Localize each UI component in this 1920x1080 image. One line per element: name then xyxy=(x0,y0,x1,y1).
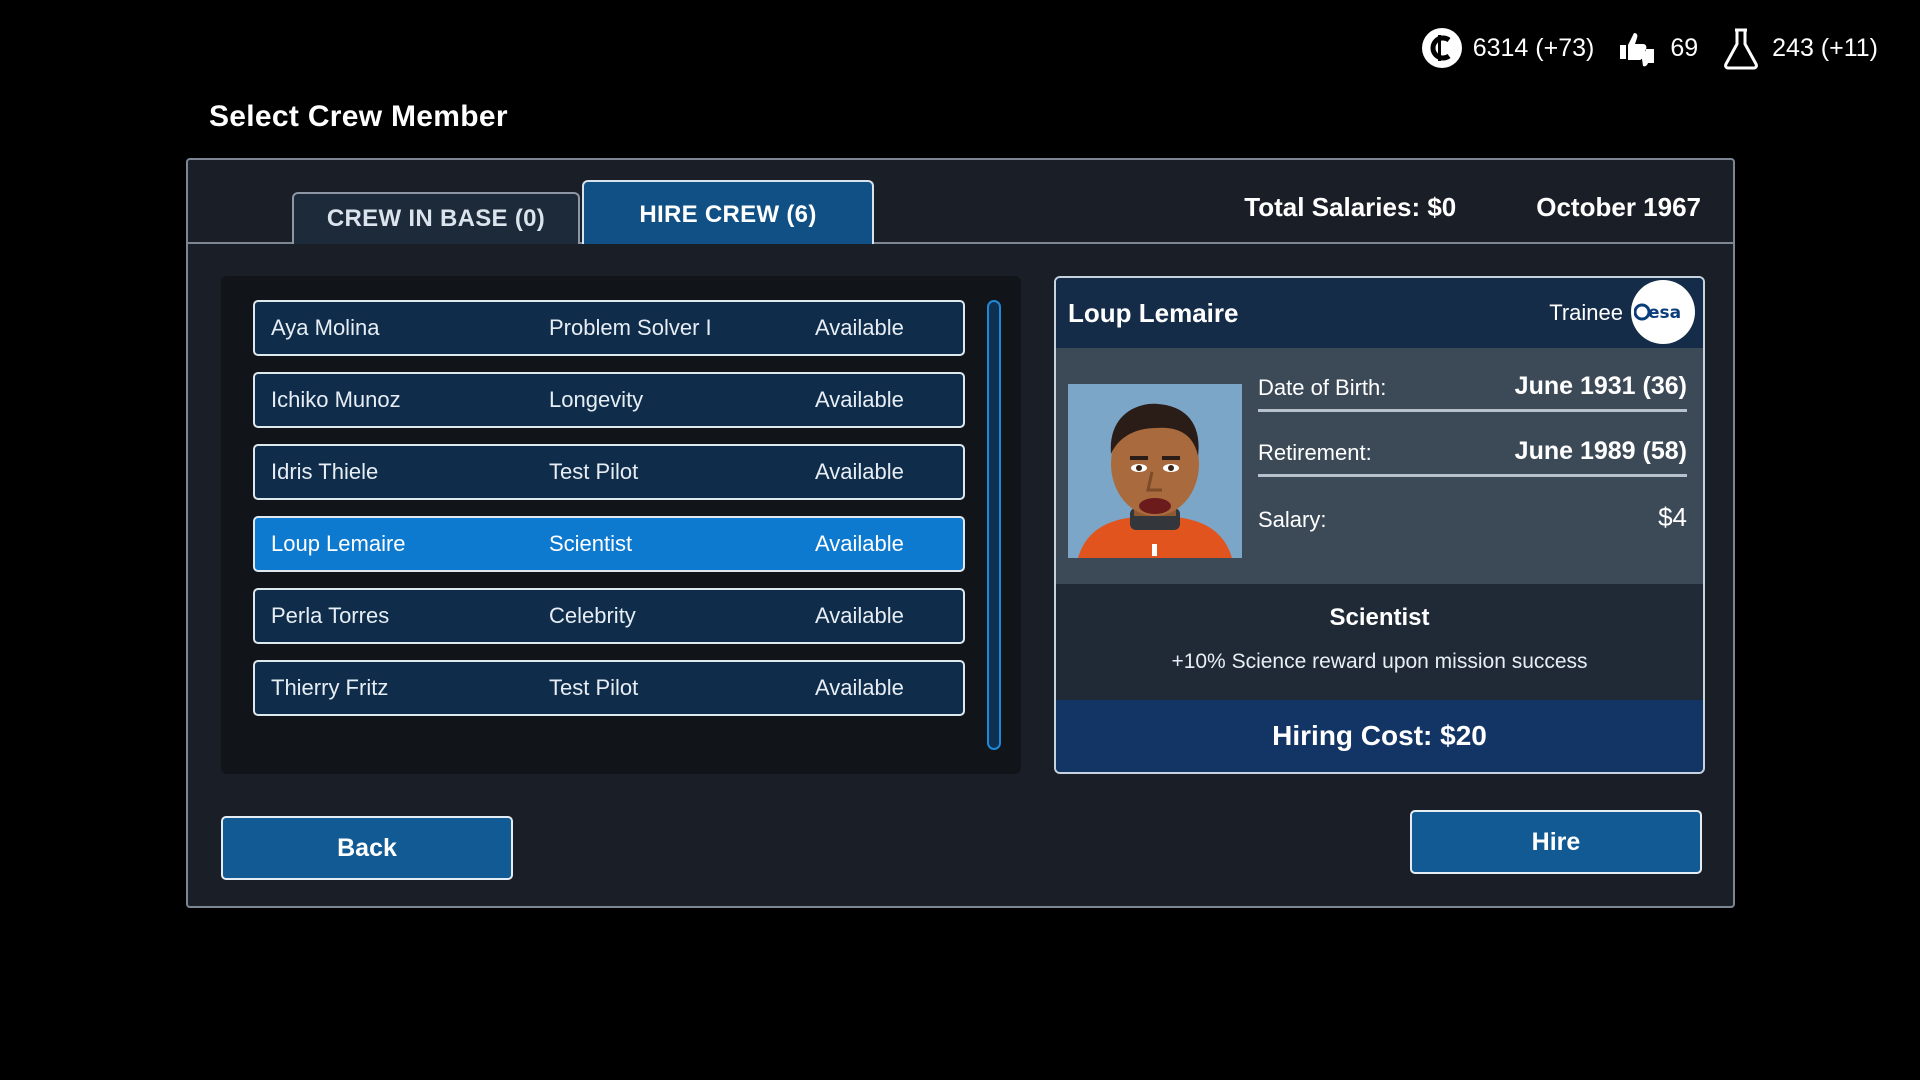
credits-resource: 6314 (+73) xyxy=(1421,27,1595,69)
crew-name: Idris Thiele xyxy=(271,459,379,484)
crew-row-aya-molina[interactable]: Aya Molina Problem Solver I Available xyxy=(253,300,965,356)
hire-button[interactable]: Hire xyxy=(1410,810,1702,874)
dob-row: Date of Birth: June 1931 (36) xyxy=(1258,372,1687,412)
crew-specialty: Problem Solver I xyxy=(549,315,712,340)
reputation-resource: 69 xyxy=(1616,27,1698,69)
science-resource: 243 (+11) xyxy=(1720,26,1878,70)
reputation-icon xyxy=(1616,27,1660,69)
crew-name: Ichiko Munoz xyxy=(271,387,401,412)
salary-value: $4 xyxy=(1658,502,1687,532)
science-icon xyxy=(1720,26,1762,70)
crew-row-perla-torres[interactable]: Perla Torres Celebrity Available xyxy=(253,588,965,644)
specialty-description: +10% Science reward upon mission success xyxy=(1171,650,1588,673)
crew-status: Available xyxy=(815,603,904,628)
retirement-value: June 1989 (58) xyxy=(1514,437,1687,465)
resource-bar: 6314 (+73) 69 243 (+11) xyxy=(1421,26,1878,70)
crew-row-thierry-fritz[interactable]: Thierry Fritz Test Pilot Available xyxy=(253,660,965,716)
crew-specialty: Test Pilot xyxy=(549,675,639,700)
page-title: Select Crew Member xyxy=(209,100,508,133)
crew-name: Perla Torres xyxy=(271,603,390,628)
retirement-label: Retirement: xyxy=(1258,440,1372,465)
agency-logo: esa xyxy=(1631,280,1695,344)
list-scrollbar[interactable] xyxy=(987,300,1001,750)
crew-row-loup-lemaire[interactable]: Loup Lemaire Scientist Available xyxy=(253,516,965,572)
crew-portrait xyxy=(1068,384,1242,558)
crew-list: Aya Molina Problem Solver I Available Ic… xyxy=(221,276,1021,774)
detail-rank: Trainee xyxy=(1549,300,1623,325)
specialty-title: Scientist xyxy=(1329,604,1430,631)
dob-value: June 1931 (36) xyxy=(1514,372,1687,400)
crew-name: Aya Molina xyxy=(271,315,380,340)
reputation-value: 69 xyxy=(1670,33,1699,62)
crew-name: Loup Lemaire xyxy=(271,531,406,556)
back-button[interactable]: Back xyxy=(221,816,513,880)
detail-body: Date of Birth: June 1931 (36) Retirement… xyxy=(1056,348,1703,584)
dob-label: Date of Birth: xyxy=(1258,375,1387,400)
crew-specialty: Longevity xyxy=(549,387,644,412)
crew-specialty: Scientist xyxy=(549,531,633,556)
crew-status: Available xyxy=(815,459,904,484)
tabs-bar: CREW IN BASE (0) HIRE CREW (6) Total Sal… xyxy=(188,160,1733,244)
crew-panel: CREW IN BASE (0) HIRE CREW (6) Total Sal… xyxy=(186,158,1735,908)
crew-status: Available xyxy=(815,531,904,556)
science-value: 243 (+11) xyxy=(1772,33,1878,62)
crew-row-ichiko-munoz[interactable]: Ichiko Munoz Longevity Available xyxy=(253,372,965,428)
crew-specialty: Test Pilot xyxy=(549,459,639,484)
detail-name: Loup Lemaire xyxy=(1068,298,1239,328)
header-info: Total Salaries: $0 October 1967 xyxy=(1244,192,1701,223)
crew-specialty: Celebrity xyxy=(549,603,636,628)
crew-row-idris-thiele[interactable]: Idris Thiele Test Pilot Available xyxy=(253,444,965,500)
credits-icon xyxy=(1421,27,1463,69)
tab-crew-in-base[interactable]: CREW IN BASE (0) xyxy=(292,192,580,244)
agency-logo-text: esa xyxy=(1648,303,1681,323)
crew-status: Available xyxy=(815,315,904,340)
hiring-cost: Hiring Cost: $20 xyxy=(1056,700,1703,772)
salary-label: Salary: xyxy=(1258,507,1327,532)
retirement-row: Retirement: June 1989 (58) xyxy=(1258,437,1687,477)
tab-hire-crew[interactable]: HIRE CREW (6) xyxy=(582,180,874,244)
total-salaries: Total Salaries: $0 xyxy=(1244,192,1457,222)
crew-name: Thierry Fritz xyxy=(271,675,389,700)
detail-header: Loup Lemaire Trainee esa xyxy=(1056,278,1703,348)
crew-status: Available xyxy=(815,387,904,412)
credits-value: 6314 (+73) xyxy=(1472,33,1595,62)
crew-status: Available xyxy=(815,675,904,700)
salary-row: Salary: $4 xyxy=(1258,502,1687,541)
crew-detail-card: Loup Lemaire Trainee esa Date of Birth: … xyxy=(1054,276,1705,774)
current-date: October 1967 xyxy=(1536,192,1701,222)
